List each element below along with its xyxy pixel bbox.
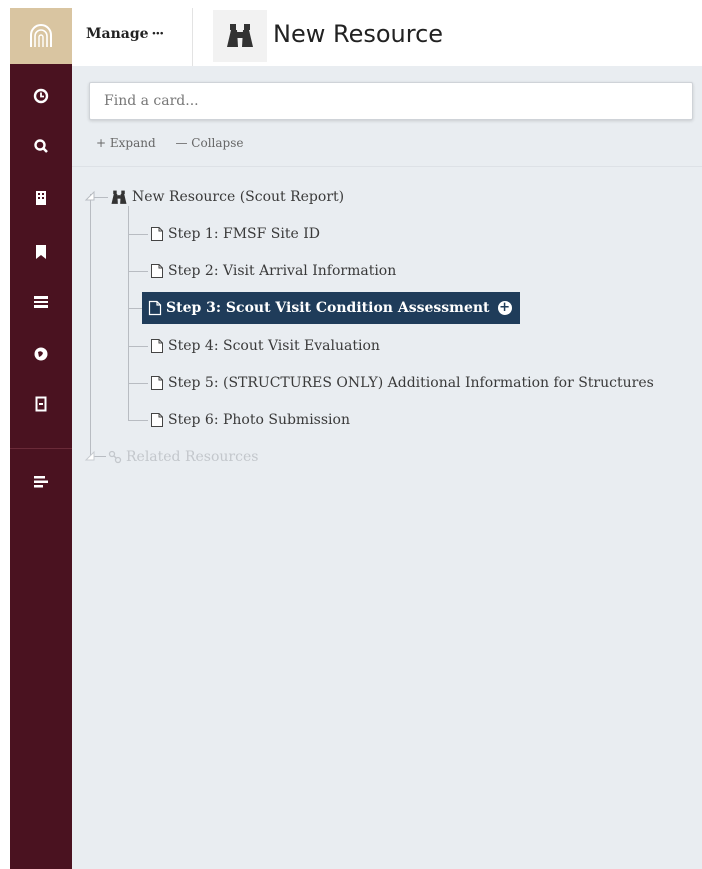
document-icon — [148, 300, 162, 316]
tree-connector — [128, 271, 148, 272]
tree-toggle-icon[interactable] — [84, 190, 96, 202]
arches-logo-icon[interactable] — [10, 8, 72, 64]
search-icon[interactable] — [10, 134, 72, 158]
document-icon — [150, 263, 164, 279]
tree-connector — [128, 383, 148, 384]
binoculars-icon — [110, 190, 128, 205]
top-header: Manage ··· New Resource — [72, 8, 702, 67]
tree-step-node[interactable]: Step 4: Scout Visit Evaluation — [150, 335, 380, 357]
related-resources-label: Related Resources — [126, 449, 259, 465]
globe-icon[interactable] — [10, 342, 72, 366]
tree-connector — [128, 308, 142, 309]
tree-step-label: Step 2: Visit Arrival Information — [168, 263, 397, 279]
add-card-icon[interactable]: + — [497, 301, 512, 315]
tree-toggle-icon[interactable] — [84, 450, 96, 462]
header-divider — [192, 8, 193, 66]
tree-step-label: Step 5: (STRUCTURES ONLY) Additional Inf… — [168, 375, 654, 391]
card-tree-panel: + Expand — Collapse New Resource (Scout … — [72, 66, 702, 869]
building-icon[interactable] — [10, 186, 72, 210]
related-resources-node[interactable]: Related Resources — [108, 446, 258, 468]
collapse-button[interactable]: — Collapse — [175, 136, 243, 150]
tree-connector — [128, 206, 129, 421]
link-icon — [108, 450, 122, 464]
tree-connector — [90, 194, 91, 456]
grid-icon[interactable] — [10, 392, 72, 416]
tree-step-node[interactable]: Step 6: Photo Submission — [150, 409, 350, 431]
page-title: New Resource — [273, 20, 444, 48]
sidebar-divider — [10, 448, 72, 449]
tree-step-label: Step 4: Scout Visit Evaluation — [168, 338, 380, 354]
report-icon[interactable] — [10, 470, 72, 494]
tree-connector — [128, 346, 148, 347]
document-icon — [150, 226, 164, 242]
tree-step-node[interactable]: Step 2: Visit Arrival Information — [150, 260, 396, 282]
expand-collapse-controls: + Expand — Collapse — [96, 136, 259, 150]
tree-step-node-selected[interactable]: Step 3: Scout Visit Condition Assessment… — [142, 292, 520, 324]
tree-step-node[interactable]: Step 5: (STRUCTURES ONLY) Additional Inf… — [150, 372, 654, 394]
tree-step-label: Step 1: FMSF Site ID — [168, 226, 320, 242]
document-icon — [150, 412, 164, 428]
tree-step-label: Step 3: Scout Visit Condition Assessment — [166, 300, 490, 316]
tree-connector — [128, 420, 148, 421]
document-icon — [150, 375, 164, 391]
left-sidebar — [10, 8, 72, 869]
tree-step-label: Step 6: Photo Submission — [168, 412, 350, 428]
manage-label: Manage — [86, 26, 149, 42]
document-icon — [150, 338, 164, 354]
clock-icon[interactable] — [10, 84, 72, 108]
more-dots-icon: ··· — [151, 26, 165, 42]
tree-root-node[interactable]: New Resource (Scout Report) — [110, 186, 344, 208]
tree-step-node[interactable]: Step 1: FMSF Site ID — [150, 223, 320, 245]
list-icon[interactable] — [10, 290, 72, 314]
manage-menu[interactable]: Manage ··· — [86, 26, 165, 42]
expand-button[interactable]: + Expand — [96, 136, 156, 150]
bookmark-icon[interactable] — [10, 240, 72, 264]
find-card-input[interactable] — [89, 82, 693, 120]
tree-connector — [128, 234, 148, 235]
binoculars-icon — [213, 10, 267, 62]
tree-root-label: New Resource (Scout Report) — [132, 189, 345, 205]
panel-divider — [72, 166, 702, 167]
